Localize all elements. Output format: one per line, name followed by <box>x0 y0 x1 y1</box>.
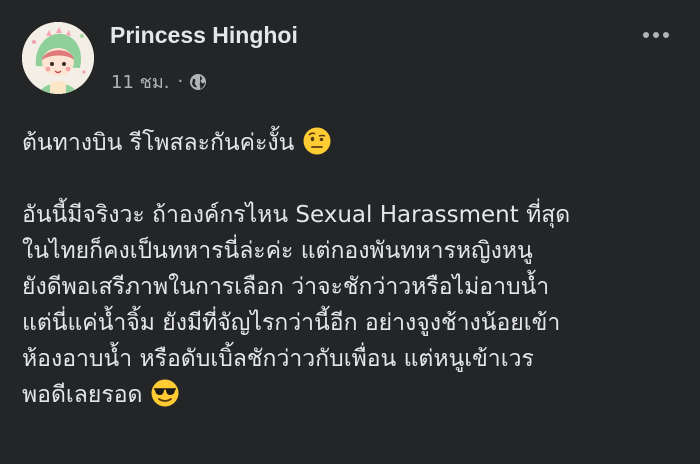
avatar-image <box>22 22 94 94</box>
post-line-text: พอดีเลยรอด <box>22 382 143 408</box>
post-line-text: ต้นทางบิน รีโพสละกันค่ะงั้น <box>22 130 295 156</box>
post-text: ต้นทางบิน รีโพสละกันค่ะงั้น อันนี้มีจริง… <box>22 125 682 413</box>
meta-separator: · <box>177 71 184 92</box>
post-paragraph: ต้นทางบิน รีโพสละกันค่ะงั้น <box>22 125 682 161</box>
more-options-icon[interactable] <box>638 22 674 48</box>
post-paragraph: อันนี้มีจริงวะ ถ้าองค์กรไหน Sexual Haras… <box>22 197 682 413</box>
sunglasses-emoji-icon <box>150 378 180 408</box>
face-with-raised-eyebrow-emoji-icon <box>302 126 332 156</box>
post-line: ยังดีพอเสรีภาพในการเลือก ว่าจะชักว่าวหรื… <box>22 274 550 300</box>
post-timestamp[interactable]: 11 ชม. <box>111 67 169 96</box>
avatar[interactable] <box>22 22 94 94</box>
post-line: ต้นทางบิน รีโพสละกันค่ะงั้น <box>22 125 682 161</box>
author-name[interactable]: Princess Hinghoi <box>110 22 298 49</box>
post-line: ในไทยก็คงเป็นทหารนี่ล่ะค่ะ แต่กองพันทหาร… <box>22 238 533 264</box>
post-line: อันนี้มีจริงวะ ถ้าองค์กรไหน Sexual Haras… <box>22 202 571 228</box>
post-card: Princess Hinghoi 11 ชม. · ต้นทางบิน รีโพ… <box>0 0 700 464</box>
post-meta: 11 ชม. · <box>111 67 207 96</box>
globe-icon[interactable] <box>189 73 207 91</box>
post-line: แต่นี่แค่น้ำจิ้ม ยังมีที่จัญไรกว่านี้อีก… <box>22 310 561 336</box>
post-line: พอดีเลยรอด <box>22 377 682 413</box>
post-line: ห้องอาบน้ำ หรือดับเบิ้ลชักว่าวกับเพื่อน … <box>22 346 534 372</box>
